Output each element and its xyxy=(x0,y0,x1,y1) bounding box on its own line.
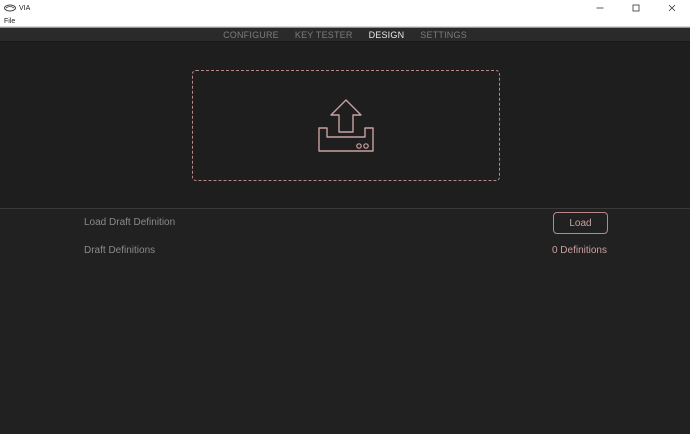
maximize-icon xyxy=(632,4,640,12)
window-title: VIA xyxy=(19,4,31,12)
load-draft-label: Load Draft Definition xyxy=(84,217,176,228)
tab-design[interactable]: DESIGN xyxy=(369,30,405,40)
nav-tabs: CONFIGURE KEY TESTER DESIGN SETTINGS xyxy=(0,28,690,42)
tab-key-tester[interactable]: KEY TESTER xyxy=(295,30,353,40)
menu-file[interactable]: File xyxy=(4,18,15,25)
title-bar[interactable]: VIA xyxy=(0,0,690,16)
draft-definitions-label: Draft Definitions xyxy=(84,245,156,256)
maximize-button[interactable] xyxy=(618,0,654,16)
via-logo-icon xyxy=(4,4,16,12)
menu-bar: File xyxy=(0,16,690,27)
design-panel: Load Draft Definition Load Draft Definit… xyxy=(0,209,690,434)
tab-settings[interactable]: SETTINGS xyxy=(420,30,467,40)
upload-tray-icon xyxy=(318,98,374,152)
definition-dropzone[interactable] xyxy=(192,70,500,181)
minimize-button[interactable] xyxy=(582,0,618,16)
window-controls xyxy=(582,0,690,16)
definitions-count: 0 Definitions xyxy=(551,245,607,256)
tab-configure[interactable]: CONFIGURE xyxy=(223,30,279,40)
close-button[interactable] xyxy=(654,0,690,16)
close-icon xyxy=(668,4,676,12)
upload-area xyxy=(0,42,690,208)
minimize-icon xyxy=(596,7,604,9)
app-window: VIA File CONFIGURE KEY TESTER DESIGN SET… xyxy=(0,0,690,434)
load-button[interactable]: Load xyxy=(553,212,608,234)
